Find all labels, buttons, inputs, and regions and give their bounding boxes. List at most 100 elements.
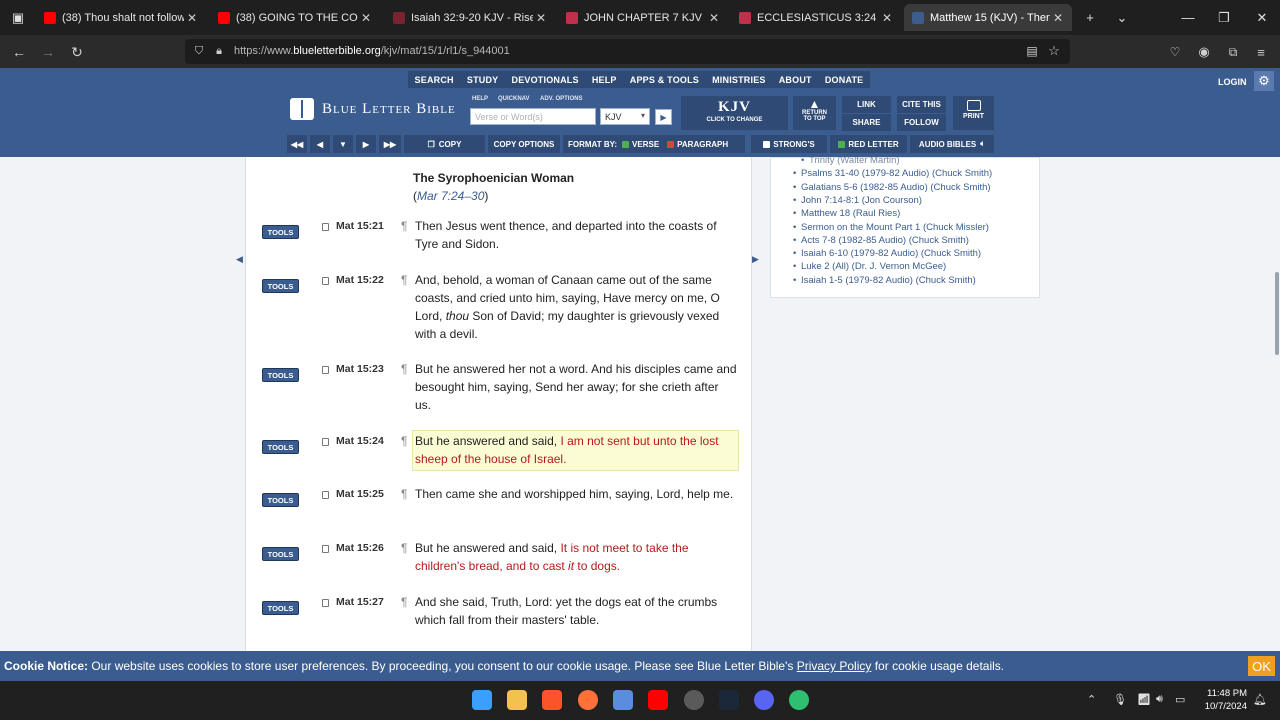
- search-input[interactable]: Verse or Word(s): [470, 108, 596, 125]
- copy-options-button[interactable]: COPY OPTIONS: [488, 135, 560, 153]
- site-logo[interactable]: Blue Letter Bible: [290, 98, 456, 120]
- store-icon[interactable]: [613, 690, 633, 710]
- shield-icon[interactable]: ⛉: [189, 41, 209, 61]
- sermon-link[interactable]: Isaiah 6-10 (1979-82 Audio) (Chuck Smith…: [793, 248, 981, 259]
- cite-this-button[interactable]: CITE THIS: [897, 96, 946, 113]
- adv-options-link[interactable]: ADV. OPTIONS: [540, 96, 582, 102]
- notification-bell-icon[interactable]: 🔔︎: [1253, 693, 1267, 706]
- pocket-icon[interactable]: ♡: [1165, 42, 1185, 62]
- system-clock[interactable]: 11:48 PM 10/7/2024: [1195, 687, 1247, 713]
- search-help-link[interactable]: HELP: [472, 96, 488, 102]
- copy-button[interactable]: ❐ COPY: [404, 135, 485, 153]
- top-menu-item[interactable]: DONATE: [825, 75, 864, 85]
- lock-icon[interactable]: 🔒︎: [209, 41, 229, 61]
- login-link[interactable]: LOGIN: [1218, 77, 1247, 87]
- next-chapter-icon[interactable]: ▶: [356, 135, 376, 153]
- sermon-link[interactable]: Luke 2 (All) (Dr. J. Vernon McGee): [793, 261, 946, 272]
- verse-reference[interactable]: Mat 15:24: [336, 435, 384, 447]
- follow-button[interactable]: FOLLOW: [897, 114, 946, 131]
- brave-browser-icon[interactable]: [542, 690, 562, 710]
- browser-tab[interactable]: (38) Thou shalt not follow a m✕: [36, 4, 206, 31]
- version-select[interactable]: KJV: [600, 108, 650, 125]
- copy-verse-icon[interactable]: [322, 366, 329, 374]
- tools-button[interactable]: TOOLS: [262, 601, 299, 615]
- gear-icon[interactable]: ⚙: [1254, 71, 1274, 91]
- tools-button[interactable]: TOOLS: [262, 493, 299, 507]
- copy-verse-icon[interactable]: [322, 223, 329, 231]
- tray-chevron-icon[interactable]: ⌃: [1087, 693, 1096, 706]
- strongs-toggle[interactable]: STRONG'S: [751, 135, 827, 153]
- copy-verse-icon[interactable]: [322, 599, 329, 607]
- search-go-button[interactable]: ▶: [655, 109, 672, 125]
- copy-verse-icon[interactable]: [322, 545, 329, 553]
- tools-button[interactable]: TOOLS: [262, 547, 299, 561]
- first-chapter-icon[interactable]: ◀◀: [287, 135, 307, 153]
- version-change-button[interactable]: KJV CLICK TO CHANGE: [681, 96, 788, 130]
- browser-tab[interactable]: JOHN CHAPTER 7 KJV ✕: [558, 4, 728, 31]
- browser-tab[interactable]: Isaiah 32:9-20 KJV - Rise up, ye✕: [385, 4, 555, 31]
- copy-verse-icon[interactable]: [322, 277, 329, 285]
- tools-button[interactable]: TOOLS: [262, 368, 299, 382]
- tab-close-icon[interactable]: ✕: [358, 11, 374, 25]
- sermon-link[interactable]: Sermon on the Mount Part 1 (Chuck Missle…: [793, 222, 989, 233]
- paragraph-x-icon[interactable]: [667, 140, 675, 148]
- obs-icon[interactable]: [684, 690, 704, 710]
- top-menu-item[interactable]: APPS & TOOLS: [630, 75, 699, 85]
- battery-icon[interactable]: ▭: [1175, 693, 1185, 706]
- tools-button[interactable]: TOOLS: [262, 279, 299, 293]
- back-arrow-icon[interactable]: ←: [9, 42, 29, 62]
- sermon-link[interactable]: Isaiah 1-5 (1979-82 Audio) (Chuck Smith): [793, 275, 976, 286]
- parallel-reference-link[interactable]: Mar 7:24–30: [417, 189, 484, 203]
- verse-reference[interactable]: Mat 15:27: [336, 596, 384, 608]
- browser-tab[interactable]: Matthew 15 (KJV) - Then cam✕: [904, 4, 1072, 31]
- top-menu-item[interactable]: MINISTRIES: [712, 75, 766, 85]
- privacy-policy-link[interactable]: Privacy Policy: [797, 659, 872, 673]
- cookie-ok-button[interactable]: OK: [1248, 656, 1275, 676]
- top-menu-item[interactable]: HELP: [592, 75, 617, 85]
- bookmark-star-icon[interactable]: ☆: [1044, 41, 1064, 61]
- tab-close-icon[interactable]: ✕: [706, 11, 722, 25]
- microphone-icon[interactable]: 🎙︎: [1113, 693, 1127, 706]
- new-tab-button[interactable]: +: [1072, 0, 1108, 35]
- account-icon[interactable]: ◉: [1194, 42, 1214, 62]
- wifi-icon[interactable]: 📶︎: [1137, 693, 1151, 706]
- steam-icon[interactable]: [719, 690, 739, 710]
- sermon-link[interactable]: John 7:14-8:1 (Jon Courson): [793, 195, 922, 206]
- verse-reference[interactable]: Mat 15:22: [336, 274, 384, 286]
- sermon-link[interactable]: Galatians 5-6 (1982-85 Audio) (Chuck Smi…: [793, 182, 991, 193]
- sermon-link[interactable]: Trinity (Walter Martin): [801, 157, 900, 166]
- verse-option[interactable]: VERSE: [632, 140, 659, 149]
- edge-icon[interactable]: [789, 690, 809, 710]
- reload-icon[interactable]: ↻: [67, 42, 87, 62]
- verse-check-icon[interactable]: [622, 140, 630, 148]
- browser-tab[interactable]: (38) GOING TO THE COMMEN✕: [210, 4, 380, 31]
- scrollbar-thumb[interactable]: [1275, 272, 1279, 355]
- top-menu-item[interactable]: DEVOTIONALS: [512, 75, 579, 85]
- verse-reference[interactable]: Mat 15:25: [336, 488, 384, 500]
- verse-reference[interactable]: Mat 15:26: [336, 542, 384, 554]
- start-windows-icon[interactable]: [472, 690, 492, 710]
- sermon-link[interactable]: Acts 7-8 (1982-85 Audio) (Chuck Smith): [793, 235, 969, 246]
- volume-icon[interactable]: 🔊︎: [1156, 693, 1163, 706]
- top-menu-item[interactable]: SEARCH: [415, 75, 454, 85]
- tools-button[interactable]: TOOLS: [262, 440, 299, 454]
- reader-view-icon[interactable]: ▤: [1022, 41, 1042, 61]
- maximize-button[interactable]: ❐: [1206, 0, 1242, 35]
- tab-actions-icon[interactable]: ▣: [0, 0, 36, 35]
- paragraph-option[interactable]: PARAGRAPH: [677, 140, 728, 149]
- link-button[interactable]: LINK: [842, 96, 891, 113]
- tab-close-icon[interactable]: ✕: [879, 11, 895, 25]
- top-menu-item[interactable]: ABOUT: [779, 75, 812, 85]
- file-explorer-icon[interactable]: [507, 690, 527, 710]
- firefox-icon[interactable]: [578, 690, 598, 710]
- browser-tab[interactable]: ECCLESIASTICUS 3:24 KJV "For✕: [731, 4, 901, 31]
- audio-bibles-button[interactable]: AUDIO BIBLES 🔈︎: [910, 135, 994, 153]
- verse-reference[interactable]: Mat 15:23: [336, 363, 384, 375]
- verse-reference[interactable]: Mat 15:21: [336, 220, 384, 232]
- top-menu-item[interactable]: STUDY: [467, 75, 499, 85]
- tab-list-icon[interactable]: ⌄: [1104, 0, 1140, 35]
- copy-verse-icon[interactable]: [322, 491, 329, 499]
- forward-arrow-icon[interactable]: →: [38, 42, 58, 62]
- red-letter-toggle[interactable]: RED LETTER: [830, 135, 907, 153]
- last-chapter-icon[interactable]: ▶▶: [379, 135, 401, 153]
